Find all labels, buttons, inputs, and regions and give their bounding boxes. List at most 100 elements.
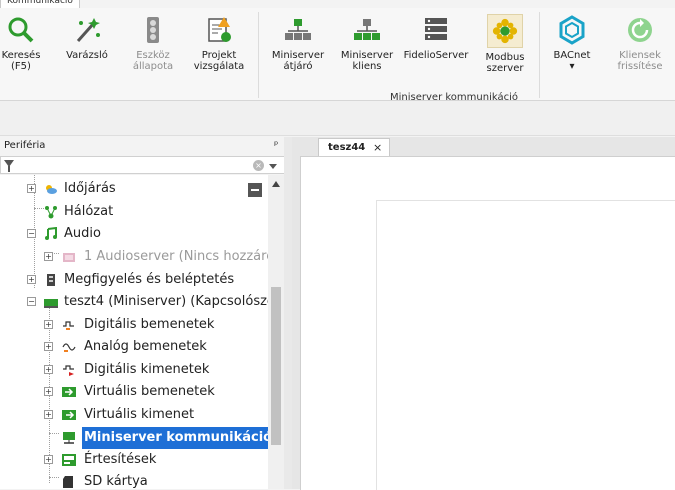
refresh-clients-button[interactable]: Kliensek frissítése <box>608 12 672 72</box>
tree-item-label: SD kártya <box>84 474 148 489</box>
refresh-clients-label: Kliensek <box>619 50 661 61</box>
search-button[interactable]: Keresés (F5) <box>0 12 42 72</box>
expand-icon[interactable]: + <box>44 252 53 261</box>
virtual-input-icon <box>62 385 76 399</box>
expand-icon[interactable]: + <box>27 275 36 284</box>
project-check-sublabel: vizsgálata <box>193 61 245 72</box>
bacnet-label: BACnet <box>553 50 591 61</box>
tree-item-miniserver-communication[interactable]: Miniserver kommunikáció <box>0 427 275 449</box>
expand-icon[interactable]: + <box>44 410 53 419</box>
tree-item-label: Hálózat <box>64 204 114 219</box>
modbus-server-sublabel: szerver <box>486 63 524 74</box>
network-icon <box>44 205 58 219</box>
bacnet-dropdown-arrow: ▾ <box>569 61 575 72</box>
tree-item-label: teszt4 (Miniserver) (Kapcsolószekrény) <box>64 294 284 309</box>
clear-filter-icon[interactable]: × <box>253 160 264 171</box>
analog-input-icon <box>62 340 76 354</box>
modbus-icon <box>487 14 523 48</box>
document-page[interactable] <box>376 200 675 490</box>
miniserver-comm-icon <box>62 431 76 445</box>
search-button-sublabel: (F5) <box>11 61 31 72</box>
network-gateway-icon <box>281 14 315 46</box>
tree-item-label: Értesítések <box>84 452 157 467</box>
device-status-button[interactable]: Eszköz állapota <box>128 12 178 72</box>
notification-icon <box>62 453 76 467</box>
ribbon-separator <box>258 12 259 98</box>
tree-item-network[interactable]: Hálózat <box>0 201 250 223</box>
device-status-label: Eszköz <box>136 50 170 61</box>
periphery-tree: + Időjárás Hálózat − Audio + 1 Audioserv… <box>0 175 284 489</box>
modbus-server-button[interactable]: Modbus szerver <box>474 12 536 74</box>
scroll-thumb[interactable] <box>271 287 281 445</box>
close-icon[interactable]: × <box>373 139 382 157</box>
periphery-title: Periféria <box>4 140 46 151</box>
miniserver-client-sublabel: kliens <box>352 61 382 72</box>
document-tab[interactable]: tesz44 × <box>318 138 390 157</box>
expand-icon[interactable]: + <box>44 365 53 374</box>
tree-item-sd-card[interactable]: SD kártya <box>0 471 270 489</box>
search-button-label: Keresés <box>1 50 41 61</box>
collapse-all-button[interactable] <box>248 183 262 197</box>
tree-item-label: Virtuális bemenetek <box>84 384 215 399</box>
document-tab-name: tesz44 <box>328 142 366 153</box>
tree-item-audioserver[interactable]: + 1 Audioserver (Nincs hozzárendelve) <box>0 246 284 268</box>
tree-item-audio[interactable]: − Audio <box>0 223 270 245</box>
miniserver-icon <box>44 295 58 309</box>
tree-item-surveillance[interactable]: + Megfigyelés és beléptetés <box>0 269 270 291</box>
tree-scrollbar[interactable] <box>268 175 284 489</box>
tree-item-digital-inputs[interactable]: + Digitális bemenetek <box>0 314 270 336</box>
tree-item-miniserver[interactable]: − teszt4 (Miniserver) (Kapcsolószekrény) <box>0 291 284 313</box>
tree-item-label: Időjárás <box>64 181 116 196</box>
tree-item-virtual-output[interactable]: + Virtuális kimenet <box>0 404 270 426</box>
fidelio-server-button[interactable]: FidelioServer <box>400 12 472 61</box>
expand-icon[interactable]: + <box>44 320 53 329</box>
tree-item-label: Analóg bemenetek <box>84 339 207 354</box>
traffic-light-icon <box>136 14 170 46</box>
miniserver-gateway-label: Miniserver <box>271 50 325 61</box>
project-check-button[interactable]: Projekt vizsgálata <box>186 12 252 72</box>
miniserver-client-button[interactable]: Miniserver kliens <box>336 12 398 72</box>
expand-icon[interactable]: + <box>27 184 36 193</box>
miniserver-gateway-button[interactable]: Miniserver átjáró <box>266 12 330 72</box>
audioserver-icon <box>62 250 76 264</box>
tree-item-weather[interactable]: + Időjárás <box>0 178 250 200</box>
surveillance-icon <box>44 273 58 287</box>
tree-item-label: Audio <box>64 226 101 241</box>
tree-item-label: Megfigyelés és beléptetés <box>64 272 235 287</box>
wizard-button[interactable]: Varázsló <box>60 12 114 61</box>
tree-item-digital-outputs[interactable]: + Digitális kimenetek <box>0 359 270 381</box>
filter-icon[interactable] <box>4 160 14 172</box>
tree-item-label: Digitális bemenetek <box>84 317 215 332</box>
expand-icon[interactable]: + <box>44 455 53 464</box>
tree-item-notifications[interactable]: + Értesítések <box>0 449 270 471</box>
weather-icon <box>44 182 58 196</box>
tree-filter-bar[interactable]: × <box>0 156 290 174</box>
ribbon-separator <box>539 12 540 98</box>
refresh-clients-sublabel: frissítése <box>617 61 663 72</box>
collapse-icon[interactable]: − <box>27 229 36 238</box>
pin-icon[interactable]: ᵖ <box>274 137 278 155</box>
project-check-icon <box>202 14 236 46</box>
miniserver-client-label: Miniserver <box>340 50 394 61</box>
miniserver-gateway-sublabel: átjáró <box>283 61 313 72</box>
title-strip: Kommunikáció <box>0 0 675 8</box>
wand-icon <box>70 14 104 46</box>
digital-input-icon <box>62 318 76 332</box>
tree-item-analog-inputs[interactable]: + Analóg bemenetek <box>0 336 270 358</box>
virtual-output-icon <box>62 408 76 422</box>
digital-output-icon <box>62 363 76 377</box>
tree-item-label: 1 Audioserver (Nincs hozzárendelve) <box>84 249 284 264</box>
filter-dropdown-icon[interactable] <box>269 164 277 169</box>
periphery-panel-header: Periféria ᵖ <box>0 137 290 155</box>
collapse-icon[interactable]: − <box>27 297 36 306</box>
bacnet-button[interactable]: BACnet ▾ <box>544 12 600 72</box>
expand-icon[interactable]: + <box>44 387 53 396</box>
expand-icon[interactable]: + <box>44 342 53 351</box>
wizard-button-label: Varázsló <box>66 50 108 61</box>
tree-item-label: Digitális kimenetek <box>84 362 210 377</box>
tree-item-virtual-inputs[interactable]: + Virtuális bemenetek <box>0 381 270 403</box>
scroll-up-icon[interactable] <box>272 181 280 187</box>
server-icon <box>419 14 453 46</box>
panel-splitter[interactable] <box>284 137 292 489</box>
ribbon-tab[interactable]: Kommunikáció <box>0 0 80 8</box>
